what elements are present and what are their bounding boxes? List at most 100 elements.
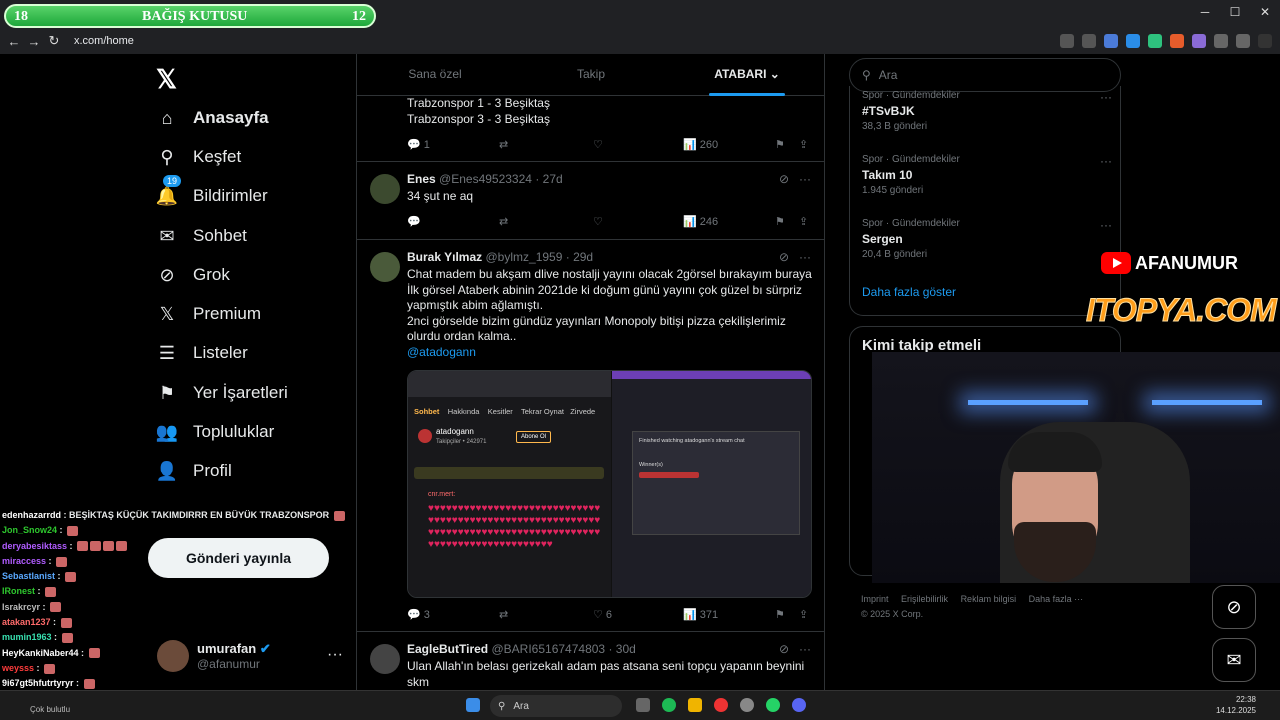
star-icon[interactable] xyxy=(1104,34,1118,48)
taskbar-search[interactable]: ⚲ Ara xyxy=(490,695,622,717)
more-icon[interactable]: ··· xyxy=(1100,154,1112,168)
sidebar-item-label: Sohbet xyxy=(193,226,247,245)
retweet-button[interactable]: ⇄ xyxy=(499,215,508,228)
discord-icon[interactable] xyxy=(792,698,806,712)
avatar[interactable] xyxy=(370,644,400,674)
show-more-link[interactable]: Daha fazla göster xyxy=(862,285,956,299)
profile-avatar-icon[interactable] xyxy=(1236,34,1250,48)
cast-icon[interactable] xyxy=(1060,34,1074,48)
trend-item[interactable]: Spor · Gündemdekiler #TSvBJK 38,3 B gönder… xyxy=(862,90,1112,132)
media-dialog: Finished watching atadogann's stream cha… xyxy=(632,431,800,535)
avatar[interactable] xyxy=(370,252,400,282)
sidebar-item-anasayfa[interactable]: ⌂ Anasayfa xyxy=(157,108,269,128)
messages-fab-icon[interactable]: ✉ xyxy=(1212,638,1256,682)
bookmark-button[interactable]: ⚑ xyxy=(775,608,785,621)
grok-icon[interactable]: ⊘ xyxy=(779,172,789,186)
zoom-icon[interactable] xyxy=(1082,34,1096,48)
like-button[interactable]: ♡ xyxy=(593,138,603,151)
views-button[interactable]: 📊 371 xyxy=(683,608,718,621)
share-button[interactable]: ⇪ xyxy=(799,215,808,228)
retweet-button[interactable]: ⇄ xyxy=(499,608,508,621)
extension-icon[interactable] xyxy=(1192,34,1206,48)
sidebar-item-listeler[interactable]: ☰ Listeler xyxy=(157,343,248,363)
more-icon[interactable]: ··· xyxy=(1100,90,1112,104)
like-button[interactable]: ♡ 6 xyxy=(593,608,612,621)
tweet-media[interactable]: Sohbet Hakkında Kesitler Tekrar Oynat Zi… xyxy=(407,370,812,598)
more-icon[interactable]: ··· xyxy=(799,250,811,264)
tab-for-you[interactable]: Sana özel xyxy=(357,54,513,95)
explorer-icon[interactable] xyxy=(688,698,702,712)
chat-message: miraccess : xyxy=(2,554,322,569)
sidebar-item-bildirimler[interactable]: 🔔 19 Bildirimler xyxy=(156,175,268,206)
led-light xyxy=(968,400,1088,405)
tweet[interactable]: Trabzonspor 1 - 3 Beşiktaş Trabzonspor 3… xyxy=(357,96,824,162)
more-icon[interactable]: ··· xyxy=(799,172,811,186)
person-icon: 👤 xyxy=(155,460,179,481)
footer-link[interactable]: Reklam bilgisi xyxy=(961,594,1017,604)
extension-icon[interactable] xyxy=(1148,34,1162,48)
footer-link[interactable]: Imprint xyxy=(861,594,889,604)
sidebar-item-premium[interactable]: 𝕏 Premium xyxy=(157,304,261,324)
sidebar-item-profil[interactable]: 👤 Profil xyxy=(155,460,232,481)
reload-icon[interactable]: ↻ xyxy=(44,33,64,49)
reply-button[interactable]: 💬 1 xyxy=(407,138,430,151)
bookmark-button[interactable]: ⚑ xyxy=(775,215,785,228)
sidebar-item-label: Keşfet xyxy=(193,147,242,166)
tab-following[interactable]: Takip xyxy=(513,54,669,95)
x-logo-icon[interactable]: 𝕏 xyxy=(156,64,177,95)
forward-icon[interactable]: → xyxy=(24,34,44,49)
grok-icon[interactable]: ⊘ xyxy=(779,250,789,264)
reply-button[interactable]: 💬 xyxy=(407,215,421,228)
chat-message: IRonest : xyxy=(2,584,322,599)
menu-icon[interactable] xyxy=(1258,34,1272,48)
weather-widget[interactable]: Çok bulutlu xyxy=(30,705,70,714)
url-field[interactable]: x.com/home xyxy=(74,35,134,47)
tweet[interactable]: EagleButTired @BARI65167474803 · 30d ⊘ ··… xyxy=(357,632,824,690)
tweet-text: Chat madem bu akşam dlive nostalji yayın… xyxy=(407,267,812,343)
more-icon[interactable]: ··· xyxy=(799,642,811,656)
puzzle-icon[interactable] xyxy=(1214,34,1228,48)
tab-atabari[interactable]: ATABARI ⌄ xyxy=(669,54,824,96)
reply-button[interactable]: 💬 3 xyxy=(407,608,430,621)
trend-item[interactable]: Spor · Gündemdekiler Takım 10 1.945 gönder… xyxy=(862,154,1112,196)
trend-item[interactable]: Spor · Gündemdekiler Sergen 20,4 B gönderi… xyxy=(862,218,1112,260)
footer-link[interactable]: Daha fazla ··· xyxy=(1029,594,1084,604)
grok-fab-icon[interactable]: ⊘ xyxy=(1212,585,1256,629)
views-button[interactable]: 📊 260 xyxy=(683,138,718,151)
chat-text: : xyxy=(55,571,64,582)
back-icon[interactable]: ← xyxy=(4,34,24,49)
sidebar-item-topluluklar[interactable]: 👥 Topluluklar xyxy=(156,422,274,442)
obs-icon[interactable] xyxy=(740,698,754,712)
chrome-icon[interactable] xyxy=(714,698,728,712)
chat-text: : xyxy=(57,525,66,536)
close-button[interactable]: ✕ xyxy=(1250,0,1280,26)
share-button[interactable]: ⇪ xyxy=(799,138,808,151)
footer-link[interactable]: Erişilebilirlik xyxy=(901,594,948,604)
sidebar-item-yer-i̇şaretleri[interactable]: ⚑ Yer İşaretleri xyxy=(157,383,288,403)
maximize-button[interactable]: ☐ xyxy=(1220,0,1250,26)
tweet[interactable]: Burak Yılmaz @bylmz_1959 · 29d ⊘ ··· Chat… xyxy=(357,240,824,632)
sidebar-item-sohbet[interactable]: ✉ Sohbet xyxy=(157,226,247,246)
extension-icon[interactable] xyxy=(1170,34,1184,48)
tweet[interactable]: Enes @Enes49523324 · 27d ⊘ ··· 34 şut ne … xyxy=(357,162,824,240)
system-clock[interactable]: 22:38 14.12.2025 xyxy=(1216,694,1256,716)
retweet-button[interactable]: ⇄ xyxy=(499,138,508,151)
bookmark-button[interactable]: ⚑ xyxy=(775,138,785,151)
more-icon[interactable]: ··· xyxy=(1100,218,1112,232)
avatar[interactable] xyxy=(370,174,400,204)
views-button[interactable]: 📊 246 xyxy=(683,215,718,228)
mention-link[interactable]: @atadogann xyxy=(407,345,812,361)
more-icon[interactable]: ··· xyxy=(327,646,343,664)
share-button[interactable]: ⇪ xyxy=(799,608,808,621)
emote-icon xyxy=(65,571,77,582)
like-button[interactable]: ♡ xyxy=(593,215,603,228)
sidebar-item-keşfet[interactable]: ⚲ Keşfet xyxy=(157,147,241,167)
minimize-button[interactable]: ─ xyxy=(1190,0,1220,26)
windows-start-icon[interactable] xyxy=(466,698,480,712)
grok-icon[interactable]: ⊘ xyxy=(779,642,789,656)
extension-icon[interactable] xyxy=(1126,34,1140,48)
whatsapp-icon[interactable] xyxy=(766,698,780,712)
sidebar-item-grok[interactable]: ⊘ Grok xyxy=(157,265,229,285)
task-view-icon[interactable] xyxy=(636,698,650,712)
spotify-icon[interactable] xyxy=(662,698,676,712)
